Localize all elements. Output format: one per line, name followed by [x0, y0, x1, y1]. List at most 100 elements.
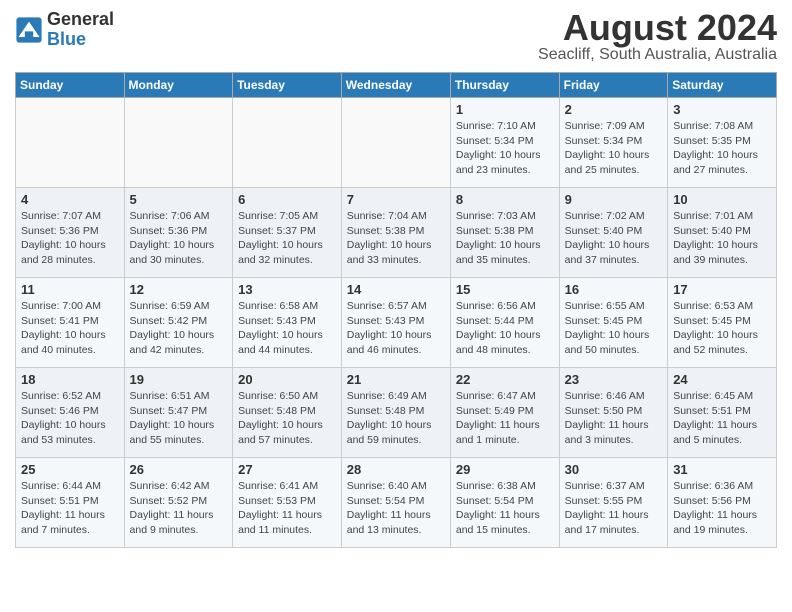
day-number: 14 — [347, 282, 445, 297]
calendar-cell: 12Sunrise: 6:59 AM Sunset: 5:42 PM Dayli… — [124, 278, 233, 368]
day-number: 6 — [238, 192, 336, 207]
day-number: 19 — [130, 372, 228, 387]
calendar-cell: 21Sunrise: 6:49 AM Sunset: 5:48 PM Dayli… — [341, 368, 450, 458]
calendar-week-4: 25Sunrise: 6:44 AM Sunset: 5:51 PM Dayli… — [16, 458, 777, 548]
calendar-week-3: 18Sunrise: 6:52 AM Sunset: 5:46 PM Dayli… — [16, 368, 777, 458]
header-saturday: Saturday — [668, 73, 777, 98]
day-info: Sunrise: 7:10 AM Sunset: 5:34 PM Dayligh… — [456, 119, 554, 178]
day-number: 26 — [130, 462, 228, 477]
day-info: Sunrise: 7:05 AM Sunset: 5:37 PM Dayligh… — [238, 209, 336, 268]
day-info: Sunrise: 6:36 AM Sunset: 5:56 PM Dayligh… — [673, 479, 771, 538]
day-info: Sunrise: 7:00 AM Sunset: 5:41 PM Dayligh… — [21, 299, 119, 358]
calendar-cell: 25Sunrise: 6:44 AM Sunset: 5:51 PM Dayli… — [16, 458, 125, 548]
day-number: 29 — [456, 462, 554, 477]
day-info: Sunrise: 6:47 AM Sunset: 5:49 PM Dayligh… — [456, 389, 554, 448]
day-info: Sunrise: 6:45 AM Sunset: 5:51 PM Dayligh… — [673, 389, 771, 448]
calendar-cell: 14 Sunrise: 6:57 AM Sunset: 5:43 PM Dayli… — [341, 278, 450, 368]
day-info: Sunrise: 6:51 AM Sunset: 5:47 PM Dayligh… — [130, 389, 228, 448]
calendar-cell: 24 Sunrise: 6:45 AM Sunset: 5:51 PM Dayli… — [668, 368, 777, 458]
calendar-cell — [16, 98, 125, 188]
header-friday: Friday — [559, 73, 668, 98]
calendar-cell: 5 Sunrise: 7:06 AM Sunset: 5:36 PM Daylig… — [124, 188, 233, 278]
day-number: 24 — [673, 372, 771, 387]
day-info: Sunrise: 7:09 AM Sunset: 5:34 PM Dayligh… — [565, 119, 663, 178]
calendar-cell: 6 Sunrise: 7:05 AM Sunset: 5:37 PM Daylig… — [233, 188, 342, 278]
day-info: Sunrise: 7:01 AM Sunset: 5:40 PM Dayligh… — [673, 209, 771, 268]
day-info: Sunrise: 6:46 AM Sunset: 5:50 PM Dayligh… — [565, 389, 663, 448]
day-number: 30 — [565, 462, 663, 477]
header-monday: Monday — [124, 73, 233, 98]
header: General Blue August 2024 Seacliff, South… — [15, 10, 777, 64]
calendar-cell — [124, 98, 233, 188]
day-info: Sunrise: 6:41 AM Sunset: 5:53 PM Dayligh… — [238, 479, 336, 538]
day-info: Sunrise: 6:50 AM Sunset: 5:48 PM Dayligh… — [238, 389, 336, 448]
calendar-cell: 19 Sunrise: 6:51 AM Sunset: 5:47 PM Dayli… — [124, 368, 233, 458]
logo: General Blue — [15, 10, 114, 50]
day-number: 25 — [21, 462, 119, 477]
day-info: Sunrise: 6:40 AM Sunset: 5:54 PM Dayligh… — [347, 479, 445, 538]
day-info: Sunrise: 7:04 AM Sunset: 5:38 PM Dayligh… — [347, 209, 445, 268]
day-info: Sunrise: 6:55 AM Sunset: 5:45 PM Dayligh… — [565, 299, 663, 358]
calendar: Sunday Monday Tuesday Wednesday Thursday… — [15, 72, 777, 548]
day-number: 9 — [565, 192, 663, 207]
day-info: Sunrise: 6:58 AM Sunset: 5:43 PM Dayligh… — [238, 299, 336, 358]
day-number: 2 — [565, 102, 663, 117]
day-number: 20 — [238, 372, 336, 387]
header-tuesday: Tuesday — [233, 73, 342, 98]
calendar-cell: 10Sunrise: 7:01 AM Sunset: 5:40 PM Dayli… — [668, 188, 777, 278]
calendar-cell: 7 Sunrise: 7:04 AM Sunset: 5:38 PM Daylig… — [341, 188, 450, 278]
day-info: Sunrise: 7:02 AM Sunset: 5:40 PM Dayligh… — [565, 209, 663, 268]
logo-general: General — [47, 10, 114, 30]
calendar-cell: 27 Sunrise: 6:41 AM Sunset: 5:53 PM Dayli… — [233, 458, 342, 548]
day-number: 5 — [130, 192, 228, 207]
header-thursday: Thursday — [450, 73, 559, 98]
day-info: Sunrise: 7:07 AM Sunset: 5:36 PM Dayligh… — [21, 209, 119, 268]
calendar-cell: 11 Sunrise: 7:00 AM Sunset: 5:41 PM Dayli… — [16, 278, 125, 368]
day-number: 22 — [456, 372, 554, 387]
day-number: 18 — [21, 372, 119, 387]
day-number: 8 — [456, 192, 554, 207]
calendar-cell: 26 Sunrise: 6:42 AM Sunset: 5:52 PM Dayli… — [124, 458, 233, 548]
calendar-cell: 22 Sunrise: 6:47 AM Sunset: 5:49 PM Dayli… — [450, 368, 559, 458]
day-number: 23 — [565, 372, 663, 387]
day-info: Sunrise: 7:03 AM Sunset: 5:38 PM Dayligh… — [456, 209, 554, 268]
day-info: Sunrise: 6:59 AM Sunset: 5:42 PM Dayligh… — [130, 299, 228, 358]
calendar-cell: 4 Sunrise: 7:07 AM Sunset: 5:36 PM Daylig… — [16, 188, 125, 278]
calendar-cell: 28 Sunrise: 6:40 AM Sunset: 5:54 PM Dayli… — [341, 458, 450, 548]
day-number: 4 — [21, 192, 119, 207]
calendar-week-1: 4 Sunrise: 7:07 AM Sunset: 5:36 PM Daylig… — [16, 188, 777, 278]
day-info: Sunrise: 6:37 AM Sunset: 5:55 PM Dayligh… — [565, 479, 663, 538]
day-number: 28 — [347, 462, 445, 477]
calendar-header-row: Sunday Monday Tuesday Wednesday Thursday… — [16, 73, 777, 98]
calendar-cell: 17Sunrise: 6:53 AM Sunset: 5:45 PM Dayli… — [668, 278, 777, 368]
calendar-cell — [233, 98, 342, 188]
calendar-cell: 9 Sunrise: 7:02 AM Sunset: 5:40 PM Daylig… — [559, 188, 668, 278]
day-info: Sunrise: 6:56 AM Sunset: 5:44 PM Dayligh… — [456, 299, 554, 358]
day-number: 17 — [673, 282, 771, 297]
day-number: 27 — [238, 462, 336, 477]
logo-icon — [15, 16, 43, 44]
calendar-cell: 3Sunrise: 7:08 AM Sunset: 5:35 PM Daylig… — [668, 98, 777, 188]
day-info: Sunrise: 7:06 AM Sunset: 5:36 PM Dayligh… — [130, 209, 228, 268]
day-info: Sunrise: 6:42 AM Sunset: 5:52 PM Dayligh… — [130, 479, 228, 538]
calendar-cell: 30 Sunrise: 6:37 AM Sunset: 5:55 PM Dayli… — [559, 458, 668, 548]
day-number: 21 — [347, 372, 445, 387]
day-number: 15 — [456, 282, 554, 297]
page-title: August 2024 — [538, 10, 777, 46]
day-info: Sunrise: 6:57 AM Sunset: 5:43 PM Dayligh… — [347, 299, 445, 358]
calendar-cell: 2 Sunrise: 7:09 AM Sunset: 5:34 PM Daylig… — [559, 98, 668, 188]
calendar-cell: 31Sunrise: 6:36 AM Sunset: 5:56 PM Dayli… — [668, 458, 777, 548]
calendar-cell: 23 Sunrise: 6:46 AM Sunset: 5:50 PM Dayli… — [559, 368, 668, 458]
calendar-cell: 8 Sunrise: 7:03 AM Sunset: 5:38 PM Daylig… — [450, 188, 559, 278]
day-number: 16 — [565, 282, 663, 297]
header-sunday: Sunday — [16, 73, 125, 98]
calendar-week-0: 1Sunrise: 7:10 AM Sunset: 5:34 PM Daylig… — [16, 98, 777, 188]
day-number: 13 — [238, 282, 336, 297]
day-number: 7 — [347, 192, 445, 207]
calendar-cell — [341, 98, 450, 188]
calendar-cell: 18Sunrise: 6:52 AM Sunset: 5:46 PM Dayli… — [16, 368, 125, 458]
day-number: 11 — [21, 282, 119, 297]
calendar-cell: 16 Sunrise: 6:55 AM Sunset: 5:45 PM Dayli… — [559, 278, 668, 368]
calendar-cell: 13 Sunrise: 6:58 AM Sunset: 5:43 PM Dayli… — [233, 278, 342, 368]
title-area: August 2024 Seacliff, South Australia, A… — [538, 10, 777, 64]
